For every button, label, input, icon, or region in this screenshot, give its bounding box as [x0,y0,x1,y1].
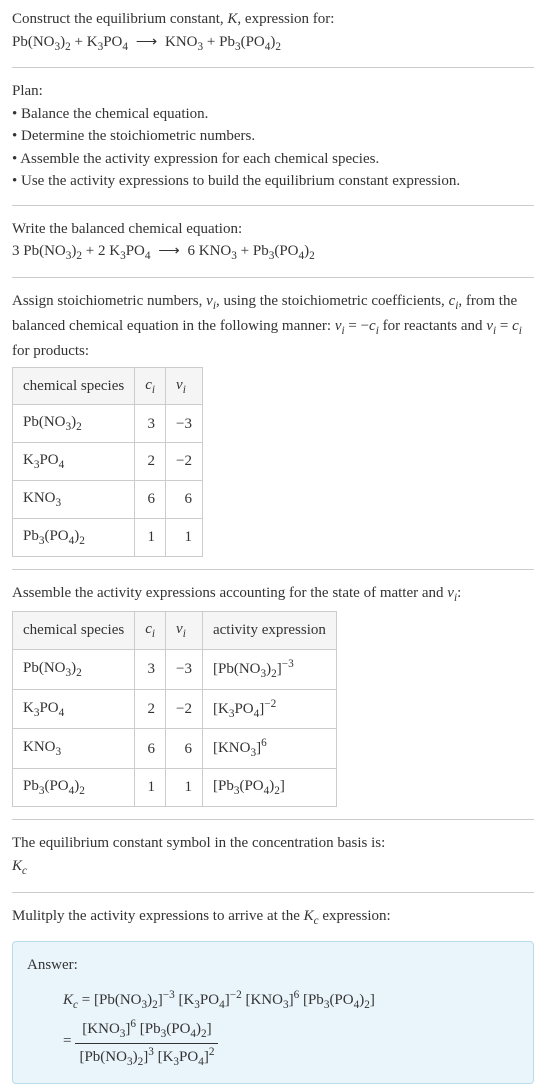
col-species: chemical species [13,611,135,649]
assemble-section: Assemble the activity expressions accoun… [12,582,534,807]
list-item: Balance the chemical equation. [12,103,534,126]
plan-list: Balance the chemical equation. Determine… [12,103,534,193]
answer-label: Answer: [27,954,519,977]
intro-section: Construct the equilibrium constant, K, e… [12,8,534,55]
list-item: Determine the stoichiometric numbers. [12,125,534,148]
arrow-icon: ⟶ [132,34,161,50]
intro-line1b: , expression for: [237,11,334,27]
col-species: chemical species [13,367,135,405]
fraction: [KNO3]6 [Pb3(PO4)2] [Pb(NO3)2]3 [K3PO4]2 [75,1016,218,1071]
kc-section: The equilibrium constant symbol in the c… [12,832,534,879]
table-header-row: chemical species ci νi activity expressi… [13,611,337,649]
intro-text: Construct the equilibrium constant, K, e… [12,8,534,31]
unbalanced-equation: Pb(NO3)2 + K3PO4 ⟶ KNO3 + Pb3(PO4)2 [12,31,534,56]
divider [12,205,534,206]
col-vi: νi [166,611,203,649]
divider [12,277,534,278]
table-row: K3PO4 2 −2 [K3PO4]−2 [13,689,337,729]
list-item: Use the activity expressions to build th… [12,170,534,193]
table-row: KNO3 6 6 [13,481,203,519]
stoich-table: chemical species ci νi Pb(NO3)2 3 −3 K3P… [12,367,203,557]
multiply-text: Mulitply the activity expressions to arr… [12,905,534,930]
table-row: K3PO4 2 −2 [13,443,203,481]
balanced-equation: 3 Pb(NO3)2 + 2 K3PO4 ⟶ 6 KNO3 + Pb3(PO4)… [12,240,534,265]
table-row: Pb(NO3)2 3 −3 [13,405,203,443]
divider [12,819,534,820]
plan-heading: Plan: [12,80,534,103]
col-vi: νi [166,367,203,405]
col-ci: ci [135,611,166,649]
table-row: Pb(NO3)2 3 −3 [Pb(NO3)2]−3 [13,649,337,689]
answer-eq-line1: Kc = [Pb(NO3)2]−3 [K3PO4]−2 [KNO3]6 [Pb3… [63,987,519,1014]
intro-line1: Construct the equilibrium constant, [12,11,227,27]
plan-section: Plan: Balance the chemical equation. Det… [12,80,534,193]
multiply-section: Mulitply the activity expressions to arr… [12,905,534,930]
list-item: Assemble the activity expression for eac… [12,148,534,171]
table-row: KNO3 6 6 [KNO3]6 [13,729,337,769]
assemble-text: Assemble the activity expressions accoun… [12,582,534,607]
col-activity: activity expression [202,611,336,649]
divider [12,569,534,570]
activity-table: chemical species ci νi activity expressi… [12,611,337,807]
divider [12,892,534,893]
table-row: Pb3(PO4)2 1 1 [13,519,203,557]
col-ci: ci [135,367,166,405]
assign-text: Assign stoichiometric numbers, νi, using… [12,290,534,362]
answer-eq-line2: = [KNO3]6 [Pb3(PO4)2] [Pb(NO3)2]3 [K3PO4… [63,1016,519,1071]
kc-text: The equilibrium constant symbol in the c… [12,832,534,855]
assign-section: Assign stoichiometric numbers, νi, using… [12,290,534,557]
kc-symbol: Kc [12,855,534,880]
intro-k: K [227,11,237,27]
answer-box: Answer: Kc = [Pb(NO3)2]−3 [K3PO4]−2 [KNO… [12,941,534,1083]
balanced-section: Write the balanced chemical equation: 3 … [12,218,534,265]
table-row: Pb3(PO4)2 1 1 [Pb3(PO4)2] [13,769,337,807]
divider [12,67,534,68]
fraction-numerator: [KNO3]6 [Pb3(PO4)2] [75,1016,218,1044]
balanced-heading: Write the balanced chemical equation: [12,218,534,241]
arrow-icon: ⟶ [155,243,184,259]
table-header-row: chemical species ci νi [13,367,203,405]
